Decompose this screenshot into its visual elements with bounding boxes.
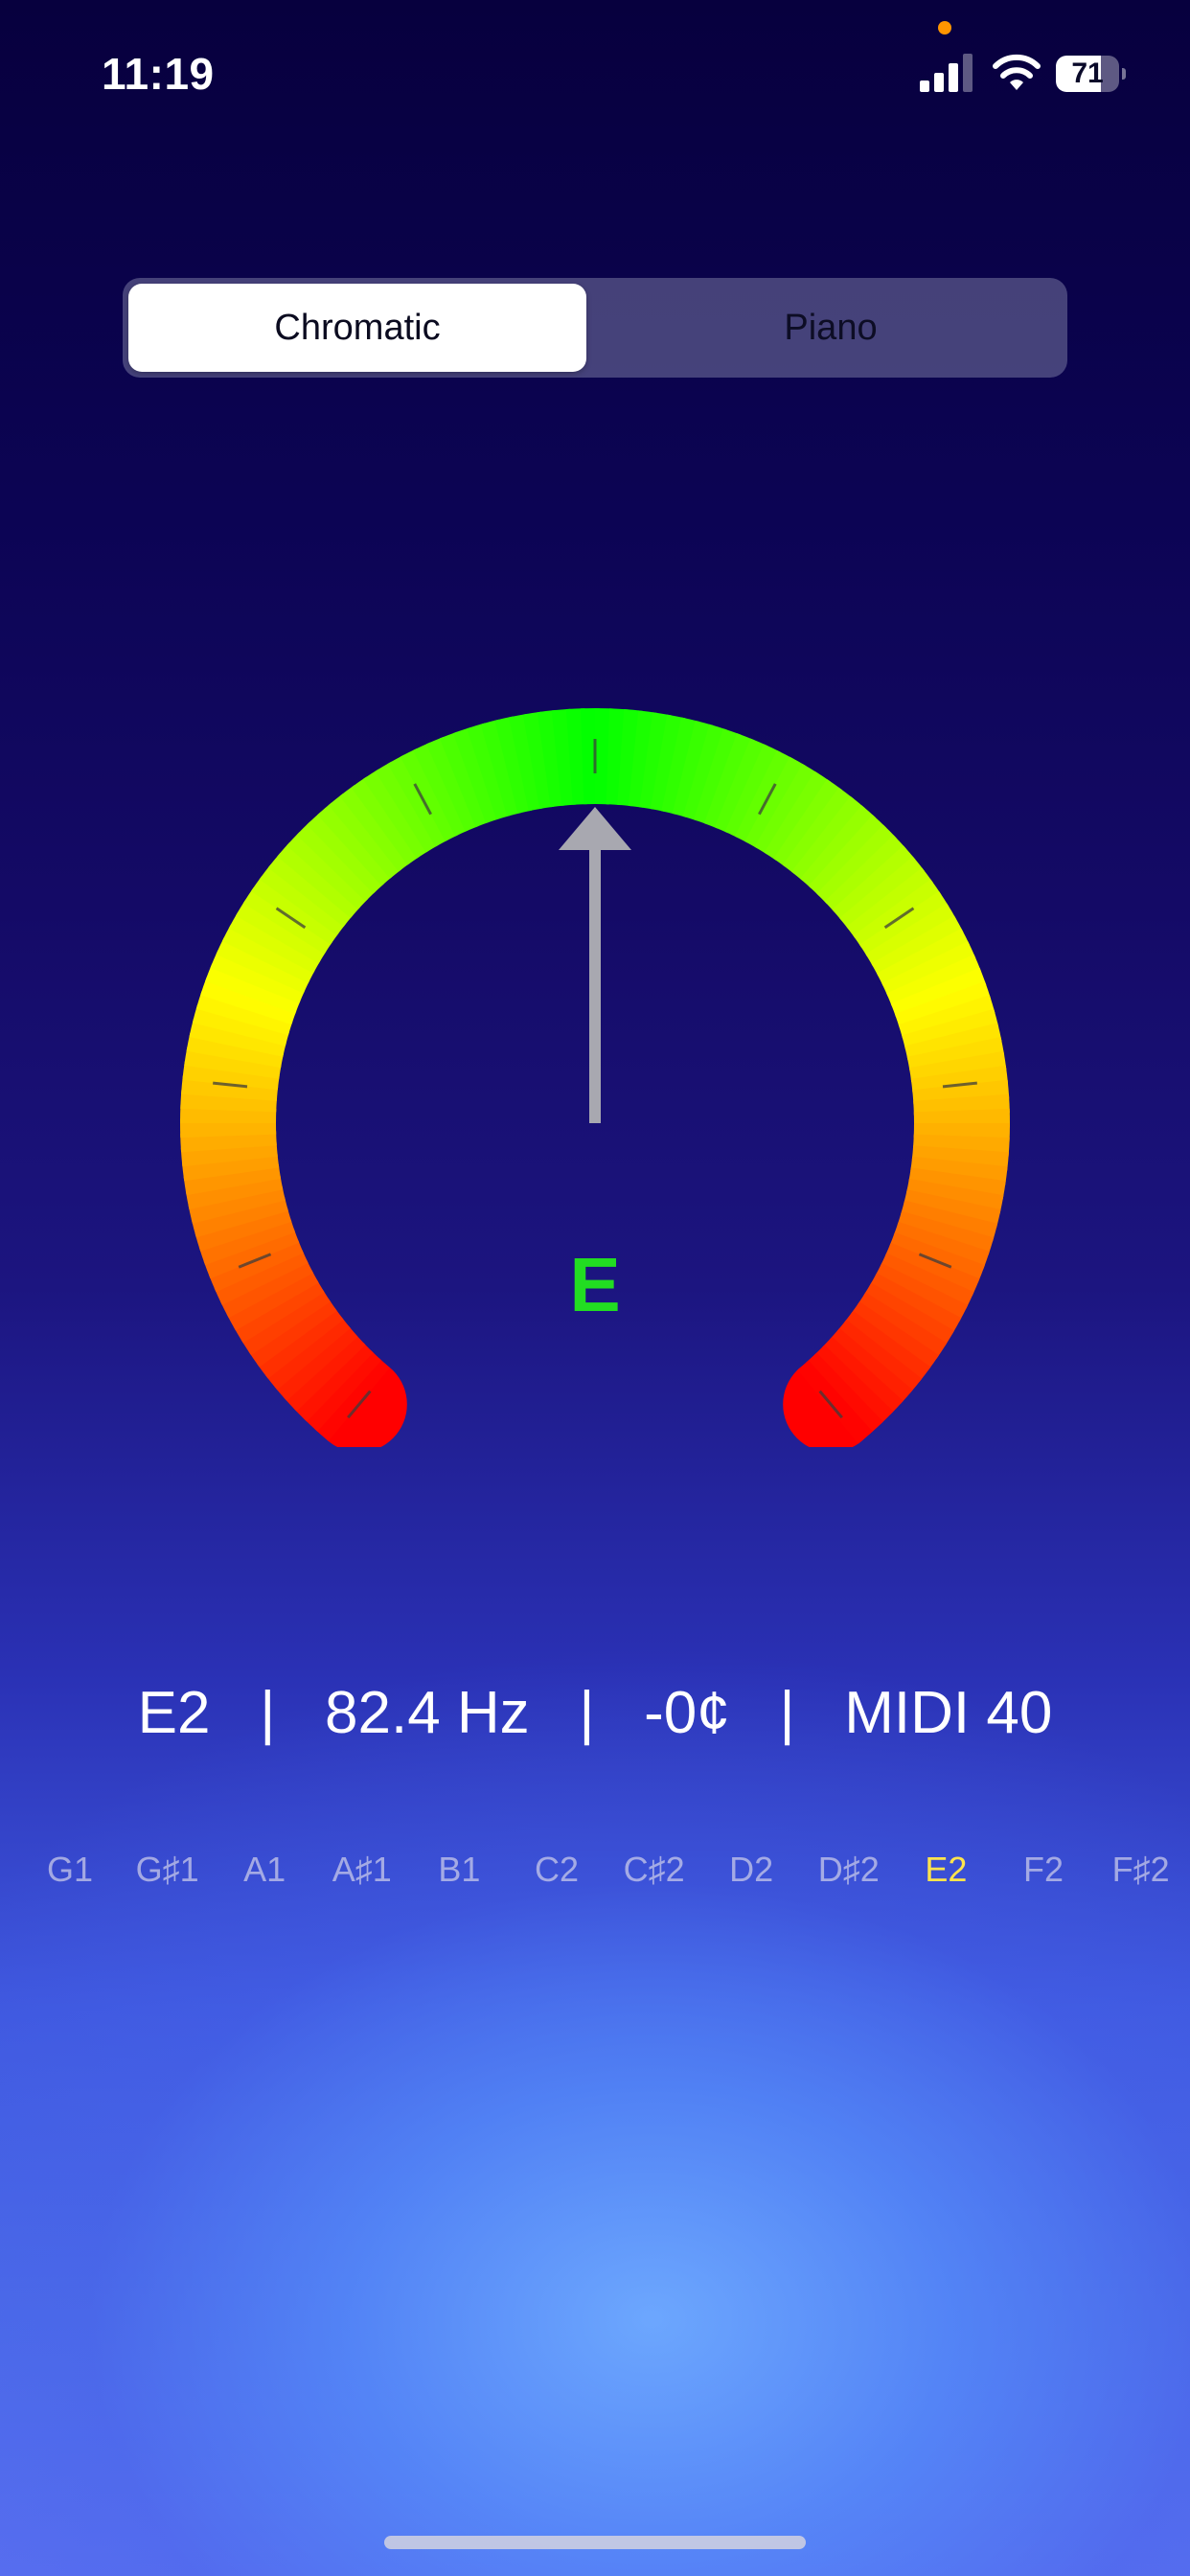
mode-selector: Chromatic Piano bbox=[123, 278, 1067, 378]
strip-note: F♯2 bbox=[1111, 1850, 1170, 1889]
midi-readout: MIDI 40 bbox=[844, 1680, 1053, 1746]
strip-note: F2 bbox=[1022, 1850, 1064, 1889]
strip-note: A1 bbox=[243, 1850, 286, 1889]
mode-piano-button[interactable]: Piano bbox=[602, 284, 1060, 372]
strip-note: D2 bbox=[729, 1850, 774, 1889]
status-bar: 11:19 71 bbox=[0, 0, 1190, 144]
detected-note: E bbox=[569, 1242, 621, 1327]
battery-icon: 71 bbox=[1056, 56, 1126, 92]
note-strip: G1 G♯1 A1 A♯1 B1 C2 C♯2 D2 D♯2 E2 F2 F♯2 bbox=[0, 1850, 1190, 1898]
separator: | bbox=[260, 1680, 276, 1746]
strip-note: E2 bbox=[925, 1850, 968, 1889]
battery-cap bbox=[1122, 68, 1126, 80]
mode-chromatic-button[interactable]: Chromatic bbox=[128, 284, 586, 372]
strip-note: G1 bbox=[46, 1850, 94, 1889]
wifi-icon bbox=[993, 54, 1041, 90]
cellular-signal-icon bbox=[920, 54, 973, 92]
strip-note: B1 bbox=[438, 1850, 481, 1889]
strip-note: G♯1 bbox=[135, 1850, 199, 1889]
strip-note: A♯1 bbox=[332, 1850, 392, 1889]
strip-note: C2 bbox=[534, 1850, 580, 1889]
tuner-gauge bbox=[180, 708, 1010, 1447]
strip-note: C♯2 bbox=[623, 1850, 685, 1889]
tuner-needle bbox=[559, 807, 631, 1123]
needle-shaft bbox=[589, 850, 601, 1123]
cents-readout: -0¢ bbox=[644, 1680, 730, 1746]
strip-note: D♯2 bbox=[817, 1850, 880, 1889]
needle-arrowhead bbox=[559, 807, 631, 850]
status-time: 11:19 bbox=[102, 49, 215, 99]
privacy-indicator-dot bbox=[938, 21, 951, 34]
battery-percent: 71 bbox=[1071, 58, 1104, 89]
home-indicator[interactable] bbox=[384, 2536, 806, 2549]
frequency-readout: 82.4 Hz bbox=[325, 1680, 530, 1746]
note-octave: E2 bbox=[137, 1680, 211, 1746]
separator: | bbox=[779, 1680, 795, 1746]
separator: | bbox=[579, 1680, 595, 1746]
pitch-info: E2 | 82.4 Hz | -0¢ | MIDI 40 bbox=[0, 1679, 1190, 1747]
